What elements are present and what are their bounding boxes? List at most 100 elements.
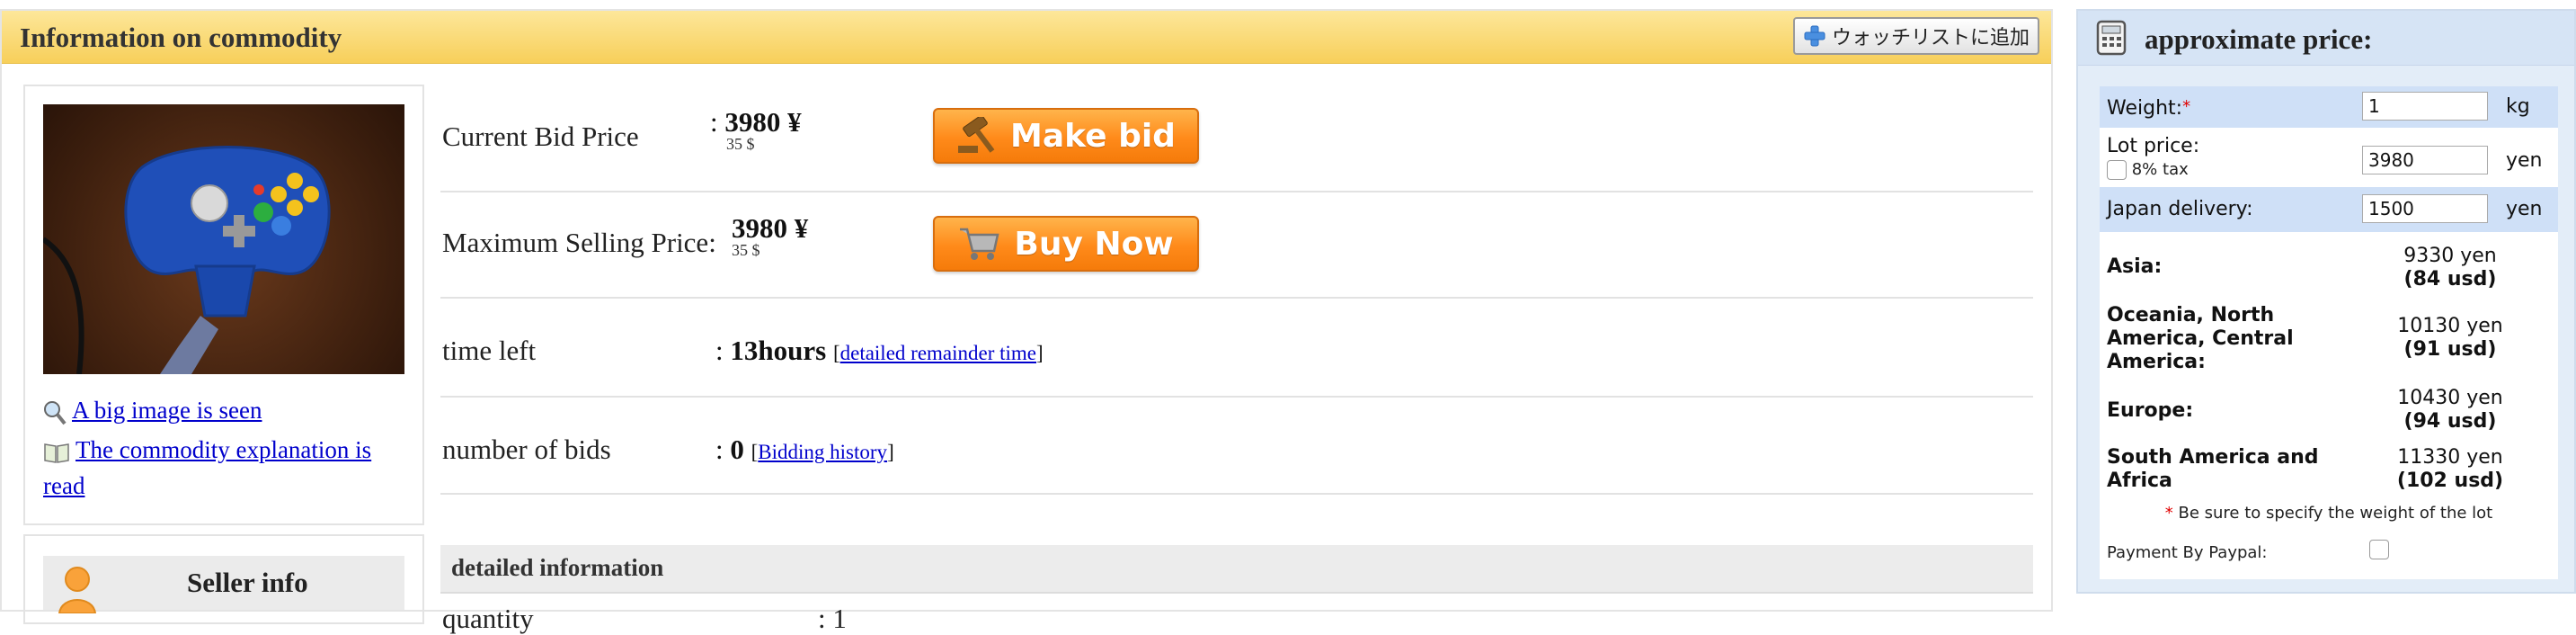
add-to-watchlist-button[interactable]: ウォッチリストに追加 [1793,17,2039,55]
region-usd: (94 usd) [2403,410,2497,433]
weight-note: * Be sure to specify the weight of the l… [2100,504,2558,523]
buy-now-button[interactable]: Buy Now [933,216,1199,272]
detailed-remainder-link[interactable]: detailed remainder time [840,342,1036,364]
region-yen: 9330 yen [2403,245,2497,267]
explanation-row: The commodity explanation is read [43,432,403,504]
bids-bracket: [Bidding history] [751,441,894,463]
japan-delivery-unit: yen [2506,198,2543,220]
time-left-bracket: [detailed remainder time] [832,342,1044,364]
buy-now-label: Buy Now [1014,225,1174,263]
paypal-checkbox[interactable] [2369,540,2389,559]
region-usd: (91 usd) [2403,338,2497,361]
paypal-label: Payment By Paypal: [2107,543,2268,562]
current-bid-label: Current Bid Price [442,121,639,152]
quantity-value: : 1 [818,603,847,634]
bids-value: : 0 [Bidding history] [715,434,894,466]
commodity-title: Information on commodity [20,22,342,53]
region-row-asia: Asia: 9330 yen (84 usd) [2100,241,2558,295]
commodity-panel: Information on commodity ウォッチリストに追加 A bi… [0,9,2053,634]
lot-price-unit: yen [2506,149,2543,172]
detailed-information-title: detailed information [451,554,664,581]
bids-label: number of bids [442,434,611,465]
approximate-price-panel: approximate price: Weight:* kg Lot price… [2076,9,2576,594]
time-left-row: time left : 13hours [detailed remainder … [440,299,2033,398]
shopping-cart-icon [960,228,999,260]
approximate-price-title: approximate price: [2145,23,2373,55]
bidding-history-link[interactable]: Bidding history [758,441,887,463]
weight-input[interactable] [2362,92,2488,121]
gavel-icon [958,117,995,153]
time-left-colon: : [715,335,724,366]
watchlist-label: ウォッチリストに追加 [1831,27,2030,49]
region-usd: (102 usd) [2396,470,2504,492]
bids-count: 0 [730,434,744,465]
current-bid-value: : 3980 ¥ 35 $ [710,106,802,154]
quantity-label: quantity [442,603,534,634]
tax-label: 8% tax [2131,160,2189,179]
region-price: 10430 yen (94 usd) [2378,387,2522,434]
product-image-box: A big image is seen The commodity explan… [23,85,424,525]
region-price: 11330 yen (102 usd) [2378,446,2522,493]
calculator-icon [2096,20,2127,56]
bids-colon: : [715,434,724,465]
region-name: Asia: [2107,255,2163,278]
region-row-south-america: South America and Africa 11330 yen (102 … [2100,443,2558,496]
max-price-label: Maximum Selling Price: [442,227,716,258]
explanation-link[interactable]: The commodity explanation is read [43,436,371,499]
current-bid-row: Current Bid Price : 3980 ¥ 35 $ Make bid [440,86,2033,192]
weight-label: Weight:* [2107,97,2190,120]
time-left-label: time left [442,335,537,366]
lot-price-input[interactable] [2362,146,2488,174]
bids-row: number of bids : 0 [Bidding history] [440,398,2033,495]
required-mark: * [2182,97,2191,116]
region-price: 10130 yen (91 usd) [2378,315,2522,362]
weight-label-text: Weight: [2107,97,2183,120]
region-row-europe: Europe: 10430 yen (94 usd) [2100,381,2558,439]
lot-price-label: Lot price: [2107,135,2200,157]
price-calculator-table: Weight:* kg Lot price: 8% tax yen Japan … [2100,86,2558,579]
max-price-row: Maximum Selling Price: 3980 ¥ 35 $ Buy N… [440,192,2033,299]
region-yen: 11330 yen [2397,446,2503,469]
make-bid-button[interactable]: Make bid [933,108,1199,164]
commodity-header: Information on commodity ウォッチリストに追加 [2,11,2051,64]
book-icon [44,443,69,463]
current-bid-colon: : [710,106,718,138]
tax-checkbox[interactable] [2107,160,2127,180]
region-usd: (84 usd) [2403,268,2497,291]
region-price: 9330 yen (84 usd) [2378,245,2522,291]
lot-price-row: Lot price: 8% tax yen [2100,128,2558,187]
region-row-oceania: Oceania, North America, Central America:… [2100,300,2558,376]
price-header: approximate price: [2078,11,2574,66]
weight-row: Weight:* kg [2100,86,2558,128]
product-image[interactable] [43,104,404,374]
region-name: South America and Africa [2107,446,2319,492]
current-bid-yen: 3980 ¥ [724,106,802,138]
japan-delivery-input[interactable] [2362,194,2488,223]
magnifier-icon [44,400,67,425]
tax-option: 8% tax [2107,160,2189,180]
controller-photo [43,146,331,374]
make-bid-label: Make bid [1010,117,1176,155]
plus-icon [1804,25,1825,47]
time-left-value: : 13hours [detailed remainder time] [715,335,1044,367]
region-yen: 10430 yen [2397,387,2503,409]
japan-delivery-row: Japan delivery: yen [2100,187,2558,232]
region-name: Europe: [2107,399,2194,422]
max-price-value: 3980 ¥ 35 $ [732,212,808,260]
seller-title: Seller info [187,567,308,598]
region-name: Oceania, North America, Central America: [2107,304,2294,373]
big-image-link[interactable]: A big image is seen [72,397,262,424]
japan-delivery-label: Japan delivery: [2107,198,2253,220]
big-image-row: A big image is seen [43,392,262,428]
weight-note-text: Be sure to specify the weight of the lot [2178,504,2493,523]
seller-info-box: Seller info [23,534,424,624]
weight-unit: kg [2506,95,2530,118]
quantity-row: quantity : 1 [440,599,1339,634]
max-price-yen: 3980 ¥ [732,212,809,244]
seller-header: Seller info [43,556,404,613]
time-left-hours: 13hours [730,335,827,366]
region-yen: 10130 yen [2397,315,2503,337]
note-star: * [2164,504,2173,523]
current-bid-usd: 35 $ [726,135,755,153]
detailed-information-header: detailed information [440,545,2033,594]
